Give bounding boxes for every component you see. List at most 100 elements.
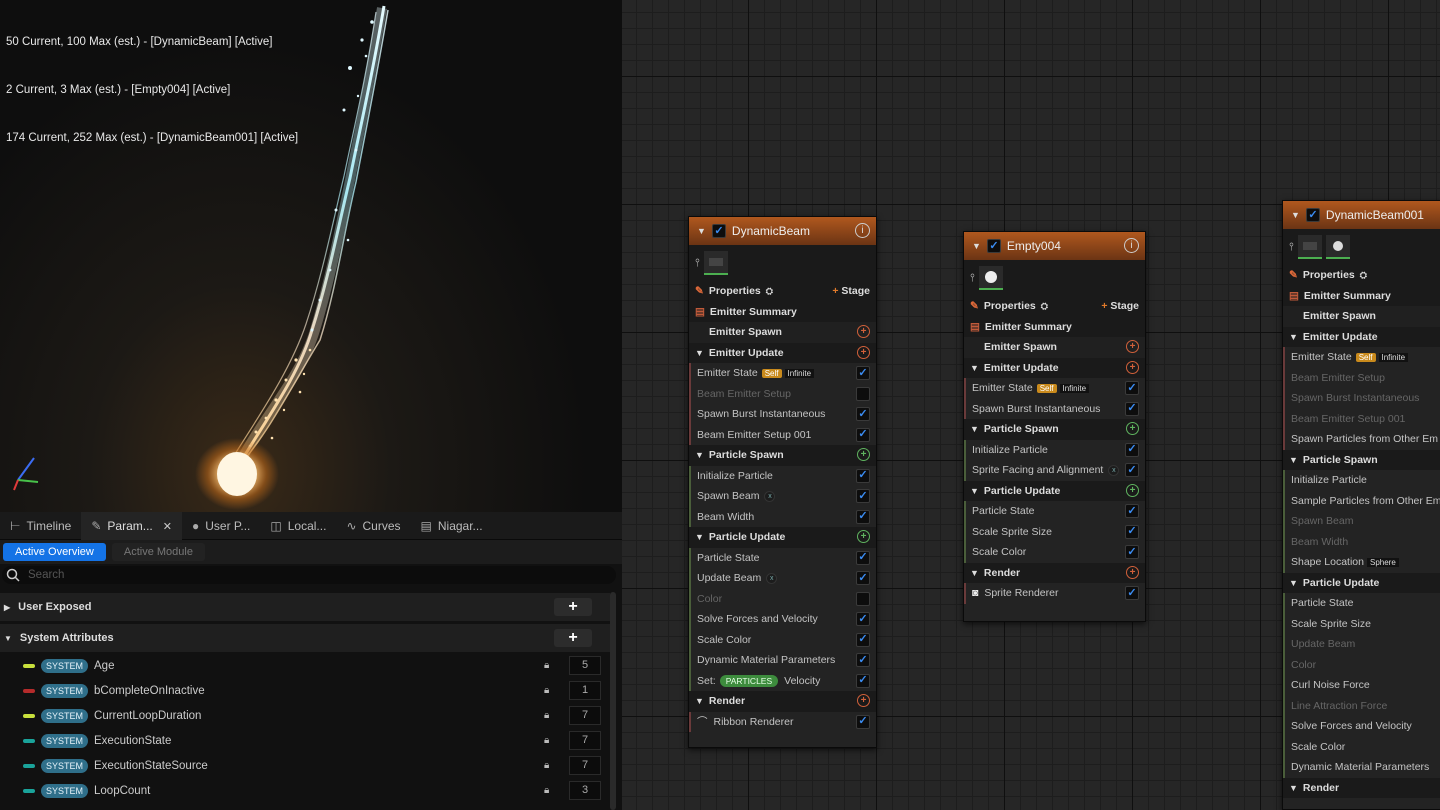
particle-spawn-header[interactable]: ▼ Particle Spawn + xyxy=(964,419,1145,440)
add-module-button[interactable]: + xyxy=(857,530,870,543)
module-enable-checkbox[interactable]: ✓ xyxy=(856,612,870,626)
pin-icon[interactable]: ⫯ xyxy=(1289,241,1294,254)
particle-update-header[interactable]: ▼ Particle Update + xyxy=(689,527,876,548)
module-enable-checkbox[interactable]: ✓ xyxy=(1125,545,1139,559)
add-user-parameter-button[interactable]: + xyxy=(554,598,592,616)
emitter-node-dynamicbeam001[interactable]: ▼ ✓ DynamicBeam001 ⫯ ✎ Properties ⛭ ▤ Emitt… xyxy=(1282,200,1440,810)
add-module-button[interactable]: + xyxy=(1126,483,1139,497)
module-enable-checkbox[interactable]: ✓ xyxy=(856,632,870,647)
parameter-value[interactable]: 7 xyxy=(569,731,601,750)
emitter-spawn-header[interactable]: Emitter Spawn + xyxy=(964,337,1145,358)
module-enable-checkbox[interactable]: ✓ xyxy=(1125,463,1139,477)
module-enable-checkbox[interactable]: ✓ xyxy=(856,489,870,503)
module-initialize-particle[interactable]: Initialize Particle ✓ xyxy=(964,439,1145,460)
module-beam-emitter-setup-001[interactable]: Beam Emitter Setup 001 xyxy=(1283,408,1440,429)
parameter-row[interactable]: SYSTEM ExecutionStateSource 🔒︎ 7 xyxy=(0,753,610,778)
emitter-update-header[interactable]: ▼ Emitter Update + xyxy=(689,342,876,363)
module-sample-particles[interactable]: Sample Particles from Other Em xyxy=(1283,490,1440,511)
module-enable-checkbox[interactable]: ✓ xyxy=(856,653,870,667)
module-color[interactable]: Color xyxy=(1283,654,1440,675)
add-module-button[interactable]: + xyxy=(1126,422,1139,435)
module-dynamic-material-parameters[interactable]: Dynamic Material Parameters xyxy=(1283,757,1440,778)
parameter-row[interactable]: SYSTEM Age 🔒︎ 5 xyxy=(0,653,610,678)
info-icon[interactable]: i xyxy=(855,223,870,238)
module-enable-checkbox[interactable]: ✓ xyxy=(856,714,870,729)
dynamic-input-icon[interactable]: x xyxy=(764,490,776,502)
module-spawn-burst[interactable]: Spawn Burst Instantaneous xyxy=(1283,388,1440,409)
particle-spawn-header[interactable]: ▼ Particle Spawn xyxy=(1283,449,1440,470)
particle-update-header[interactable]: ▼ Particle Update xyxy=(1283,572,1440,593)
module-emitter-state[interactable]: Emitter State Self Infinite xyxy=(1283,347,1440,368)
render-header[interactable]: ▼ Render + xyxy=(689,691,876,712)
module-initialize-particle[interactable]: Initialize Particle ✓ xyxy=(689,465,876,486)
module-enable-checkbox[interactable]: ✓ xyxy=(856,407,870,421)
dynamic-input-icon[interactable]: x xyxy=(766,572,778,584)
pin-icon[interactable]: ⫯ xyxy=(695,257,700,270)
module-enable-checkbox[interactable]: ✓ xyxy=(1125,586,1139,600)
module-curl-noise-force[interactable]: Curl Noise Force xyxy=(1283,675,1440,696)
ribbon-renderer-row[interactable]: ⌒ Ribbon Renderer ✓ xyxy=(689,711,876,732)
parameter-value[interactable]: 7 xyxy=(569,756,601,775)
add-module-button[interactable]: + xyxy=(1126,340,1139,353)
module-spawn-burst[interactable]: Spawn Burst Instantaneous ✓ xyxy=(964,398,1145,419)
collapse-arrow-icon[interactable]: ▼ xyxy=(972,241,981,251)
emitter-update-header[interactable]: ▼ Emitter Update + xyxy=(964,357,1145,378)
system-attributes-section[interactable]: ▼ System Attributes + xyxy=(0,624,610,652)
add-system-parameter-button[interactable]: + xyxy=(554,629,592,647)
emitter-node-dynamicbeam[interactable]: ▼ ✓ DynamicBeam i ⫯ ✎ Properties ⛭ + Stage … xyxy=(688,216,877,748)
module-beam-emitter-setup[interactable]: Beam Emitter Setup xyxy=(689,383,876,404)
material-thumbnail[interactable] xyxy=(1297,235,1322,259)
module-dynamic-material-parameters[interactable]: Dynamic Material Parameters ✓ xyxy=(689,650,876,671)
properties-row[interactable]: ✎ Properties ⛭ + Stage xyxy=(689,281,876,302)
module-line-attraction-force[interactable]: Line Attraction Force xyxy=(1283,695,1440,716)
collapse-arrow-icon[interactable]: ▼ xyxy=(697,226,706,236)
module-color[interactable]: Color xyxy=(689,588,876,609)
module-update-beam[interactable]: Update Beam xyxy=(1283,634,1440,655)
enable-checkbox[interactable]: ✓ xyxy=(986,239,1001,253)
module-spawn-burst[interactable]: Spawn Burst Instantaneous ✓ xyxy=(689,404,876,425)
module-enable-checkbox[interactable]: ✓ xyxy=(856,509,870,524)
dynamic-input-icon[interactable]: x xyxy=(1108,464,1120,476)
active-module-button[interactable]: Active Module xyxy=(111,543,205,561)
preview-viewport[interactable]: 50 Current, 100 Max (est.) - [DynamicBea… xyxy=(0,0,622,512)
module-solve-forces[interactable]: Solve Forces and Velocity ✓ xyxy=(689,609,876,630)
module-beam-emitter-setup[interactable]: Beam Emitter Setup xyxy=(1283,367,1440,388)
active-overview-button[interactable]: Active Overview xyxy=(3,543,106,561)
module-beam-width[interactable]: Beam Width xyxy=(1283,531,1440,552)
emitter-node-empty004[interactable]: ▼ ✓ Empty004 i ⫯ ✎ Properties ⛭ + Stage ▤ Em… xyxy=(963,231,1146,622)
parameter-row[interactable]: SYSTEM ExecutionState 🔒︎ 7 xyxy=(0,728,610,753)
module-scale-sprite-size[interactable]: Scale Sprite Size ✓ xyxy=(964,521,1145,542)
module-particle-state[interactable]: Particle State ✓ xyxy=(689,547,876,568)
tab-user-parameters[interactable]: ● User P... xyxy=(182,512,260,540)
emitter-summary-row[interactable]: ▤ Emitter Summary xyxy=(964,316,1145,337)
module-enable-checkbox[interactable]: ✓ xyxy=(856,427,870,442)
sprite-renderer-row[interactable]: ◙ Sprite Renderer ✓ xyxy=(964,583,1145,604)
module-sprite-facing[interactable]: Sprite Facing and Alignment x ✓ xyxy=(964,460,1145,481)
module-enable-checkbox[interactable]: ✓ xyxy=(1125,524,1139,539)
module-particle-state[interactable]: Particle State ✓ xyxy=(964,501,1145,522)
module-enable-checkbox[interactable]: ✓ xyxy=(856,550,870,565)
pin-icon[interactable]: ⫯ xyxy=(970,272,975,285)
parameter-row[interactable]: SYSTEM bCompleteOnInactive 🔒︎ 1 xyxy=(0,678,610,703)
material-thumbnail[interactable] xyxy=(978,266,1003,290)
module-emitter-state[interactable]: Emitter State Self Infinite ✓ xyxy=(689,363,876,384)
material-thumbnail[interactable] xyxy=(1325,235,1350,259)
parameter-value[interactable]: 5 xyxy=(569,656,601,675)
particle-spawn-header[interactable]: ▼ Particle Spawn + xyxy=(689,445,876,466)
parameter-value[interactable]: 7 xyxy=(569,706,601,725)
module-beam-emitter-setup-001[interactable]: Beam Emitter Setup 001 ✓ xyxy=(689,424,876,445)
module-emitter-state[interactable]: Emitter State Self Infinite ✓ xyxy=(964,378,1145,399)
info-icon[interactable]: i xyxy=(1124,238,1139,253)
add-renderer-button[interactable]: + xyxy=(857,694,870,707)
module-enable-checkbox[interactable] xyxy=(856,386,870,401)
module-initialize-particle[interactable]: Initialize Particle xyxy=(1283,470,1440,491)
close-tab-icon[interactable]: ✕ xyxy=(163,520,172,533)
tab-local-modules[interactable]: ◫ Local... xyxy=(260,512,336,540)
add-module-button[interactable]: + xyxy=(1126,360,1139,374)
emitter-spawn-header[interactable]: Emitter Spawn + xyxy=(689,322,876,343)
module-spawn-beam[interactable]: Spawn Beam xyxy=(1283,511,1440,532)
parameters-scrollbar[interactable] xyxy=(610,592,616,810)
add-module-button[interactable]: + xyxy=(857,325,870,338)
add-module-button[interactable]: + xyxy=(857,448,870,461)
system-graph[interactable]: ▼ ✓ DynamicBeam i ⫯ ✎ Properties ⛭ + Stage … xyxy=(622,0,1440,810)
